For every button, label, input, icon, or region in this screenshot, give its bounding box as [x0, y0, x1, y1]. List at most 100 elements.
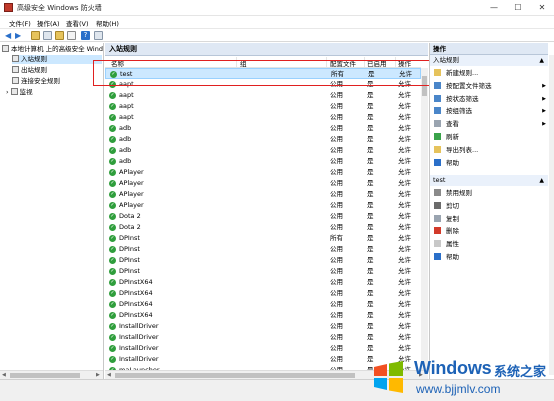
table-row[interactable]: ✓ DPInstX64 公用 是 允许: [105, 310, 421, 321]
rules-vertical-scrollbar[interactable]: [421, 68, 428, 370]
table-row[interactable]: ✓ APlayer 公用 是 允许: [105, 178, 421, 189]
collapse-up-icon[interactable]: ▲: [539, 175, 544, 186]
scroll-thumb[interactable]: [10, 373, 80, 378]
rule-action-cell: 允许: [398, 267, 411, 275]
table-row[interactable]: ✓ DPInst 所有 是 允许: [105, 233, 421, 244]
tree-item-label: 出站规则: [21, 66, 47, 74]
table-row[interactable]: ✓ adb 公用 是 允许: [105, 123, 421, 134]
scroll-left-icon[interactable]: ◀: [107, 372, 111, 378]
action-item[interactable]: 按配置文件筛选 ▶: [434, 81, 548, 92]
table-row[interactable]: ✓ aapt 公用 是 允许: [105, 112, 421, 123]
action-label: 查看: [446, 120, 459, 129]
table-row[interactable]: ✓ DPInst 公用 是 允许: [105, 244, 421, 255]
rule-action-cell: 允许: [398, 234, 411, 242]
show-hide-tree-icon[interactable]: [43, 31, 52, 40]
tree-root[interactable]: 本地计算机 上的高级安全 Windo: [2, 45, 103, 54]
tree-item-inbound-rules[interactable]: 入站规则: [12, 55, 102, 64]
action-pane-toggle-icon[interactable]: [94, 31, 103, 40]
action-label: 禁用规则: [446, 189, 472, 197]
forward-icon[interactable]: ▶: [15, 31, 24, 40]
table-row[interactable]: ✓ APlayer 公用 是 允许: [105, 189, 421, 200]
minimize-button[interactable]: —: [482, 0, 506, 16]
action-item[interactable]: 查看 ▶: [434, 119, 548, 130]
action-item[interactable]: 刷新: [434, 132, 548, 143]
table-row[interactable]: ✓ DPInstX64 公用 是 允许: [105, 288, 421, 299]
table-row[interactable]: ✓ APlayer 公用 是 允许: [105, 167, 421, 178]
rule-name-cell: InstallDriver: [119, 322, 159, 330]
menu-help[interactable]: 帮助(H): [96, 18, 119, 28]
collapse-up-icon[interactable]: ▲: [539, 55, 544, 66]
action-item[interactable]: 按组筛选 ▶: [434, 106, 548, 117]
outbound-rules-icon: [12, 66, 19, 73]
properties-toolbar-icon[interactable]: [67, 31, 76, 40]
allow-check-icon: ✓: [109, 290, 116, 297]
action-item[interactable]: 导出列表...: [434, 145, 548, 156]
rule-profile-cell: 公用: [330, 157, 343, 165]
scroll-left-icon[interactable]: ◀: [2, 372, 6, 378]
scroll-right-icon[interactable]: ▶: [96, 372, 100, 378]
action-item[interactable]: 属性: [434, 239, 548, 250]
rule-enabled-cell: 是: [367, 300, 374, 308]
allow-check-icon: ✓: [109, 125, 116, 132]
actions-vertical-scrollbar[interactable]: [549, 55, 554, 375]
action-item[interactable]: 禁用规则: [434, 188, 548, 199]
menu-action[interactable]: 操作(A): [37, 18, 60, 28]
menu-view[interactable]: 查看(V): [66, 18, 89, 28]
action-item[interactable]: 按状态筛选 ▶: [434, 94, 548, 105]
table-row[interactable]: ✓ aapt 公用 是 允许: [105, 90, 421, 101]
allow-check-icon: ✓: [109, 257, 116, 264]
scroll-thumb[interactable]: [115, 373, 355, 378]
rule-action-cell: 允许: [398, 256, 411, 264]
table-row[interactable]: ✓ Dota 2 公用 是 允许: [105, 222, 421, 233]
table-row[interactable]: ✓ InstallDriver 公用 是 允许: [105, 332, 421, 343]
rule-name-cell: aapt: [119, 113, 134, 121]
help-toolbar-icon[interactable]: ?: [81, 31, 90, 40]
tree-horizontal-scrollbar[interactable]: ◀ ▶: [0, 370, 103, 379]
rules-list-pane: 入站规则 名称 组 配置文件 已启用 操作 ✓ test 所有是允许 ✓ aapt 公用是…: [105, 43, 428, 379]
action-item[interactable]: 帮助: [434, 252, 548, 263]
action-item[interactable]: 剪切: [434, 201, 548, 212]
table-row[interactable]: ✓ InstallDriver 公用 是 允许: [105, 321, 421, 332]
table-row[interactable]: ✓ aapt 公用 是 允许: [105, 101, 421, 112]
action-item[interactable]: 新建规则...: [434, 68, 548, 79]
rule-profile-cell: 公用: [330, 355, 343, 363]
rule-profile-cell: 公用: [330, 190, 343, 198]
menu-file[interactable]: 文件(F): [9, 18, 31, 28]
actions-subsection-test[interactable]: test ▲: [430, 175, 548, 186]
expand-chevron-icon[interactable]: ›: [6, 88, 9, 96]
rule-enabled-cell: 是: [367, 311, 374, 319]
up-folder-icon[interactable]: [31, 31, 40, 40]
action-item[interactable]: 帮助: [434, 158, 548, 169]
rule-enabled-cell: 是: [367, 234, 374, 242]
table-row[interactable]: ✓ DPInst 公用 是 允许: [105, 266, 421, 277]
action-label: 帮助: [446, 158, 459, 167]
table-row[interactable]: ✓ DPInstX64 公用 是 允许: [105, 299, 421, 310]
export-toolbar-icon[interactable]: [55, 31, 64, 40]
allow-check-icon: ✓: [109, 323, 116, 330]
actions-subsection-inbound[interactable]: 入站规则 ▲: [430, 55, 548, 66]
rule-name-cell: DPInstX64: [119, 278, 153, 286]
tree-item-connection-security[interactable]: 连接安全规则: [12, 77, 60, 86]
rule-profile-cell: 公用: [330, 212, 343, 220]
table-row[interactable]: ✓ DPInstX64 公用 是 允许: [105, 277, 421, 288]
close-button[interactable]: ✕: [530, 0, 554, 16]
windows-logo-icon: [374, 361, 403, 393]
maximize-button[interactable]: ☐: [506, 0, 530, 16]
rule-enabled-cell: 是: [367, 102, 374, 110]
monitoring-icon: [10, 88, 18, 95]
tree-item-outbound-rules[interactable]: 出站规则: [12, 66, 47, 75]
tree-item-monitoring[interactable]: › 监视: [6, 88, 33, 97]
table-row[interactable]: ✓ Dota 2 公用 是 允许: [105, 211, 421, 222]
firewall-app-icon: [4, 3, 13, 12]
rule-enabled-cell: 是: [367, 124, 374, 132]
action-item[interactable]: 复制: [434, 214, 548, 225]
rule-name-cell: InstallDriver: [119, 355, 159, 363]
table-row[interactable]: ✓ DPInst 公用 是 允许: [105, 255, 421, 266]
table-row[interactable]: ✓ APlayer 公用 是 允许: [105, 200, 421, 211]
table-row[interactable]: ✓ adb 公用 是 允许: [105, 134, 421, 145]
back-icon[interactable]: ◀: [5, 31, 14, 40]
table-row[interactable]: ✓ adb 公用 是 允许: [105, 156, 421, 167]
rule-profile-cell: 公用: [330, 311, 343, 319]
table-row[interactable]: ✓ adb 公用 是 允许: [105, 145, 421, 156]
action-item[interactable]: 删除: [434, 226, 548, 237]
